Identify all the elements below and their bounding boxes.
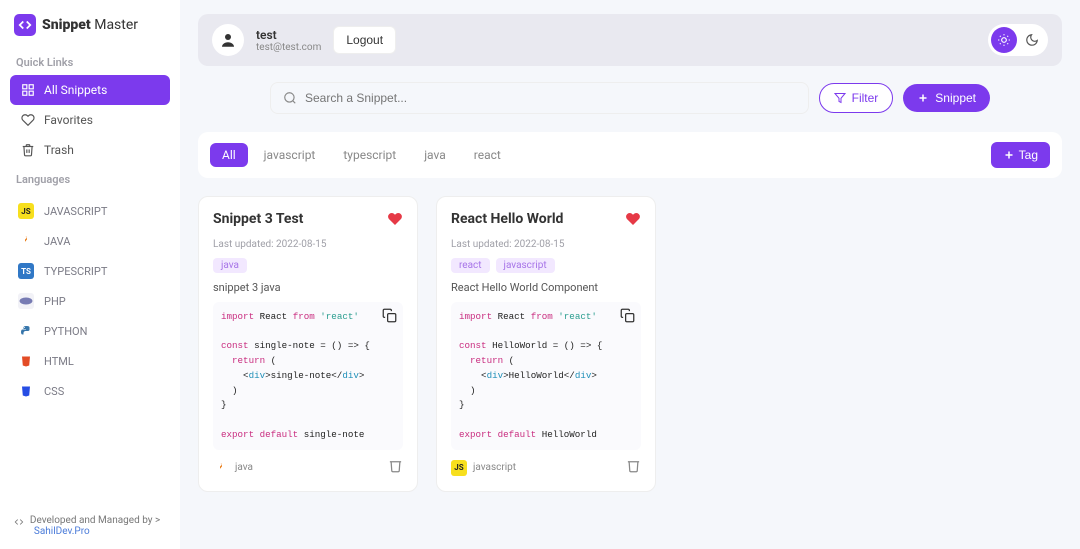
search-icon [283,91,297,105]
grid-icon [20,83,36,97]
python-icon [18,323,34,339]
css-icon [18,383,34,399]
logo-text: Snippet Master [42,17,138,33]
add-tag-button[interactable]: Tag [991,142,1050,168]
nav-label: All Snippets [44,83,107,97]
lang-label: JAVA [44,235,70,248]
code-content: import React from 'react' const HelloWor… [459,310,633,442]
search-row: Filter Snippet [270,66,990,132]
snippet-cards: Snippet 3 Test Last updated: 2022-08-15 … [198,196,1062,492]
java-icon [213,460,229,476]
user-email: test@test.com [256,42,321,53]
nav-label: Trash [44,143,74,157]
js-icon: JS [451,460,467,476]
code-icon [14,515,24,529]
username: test [256,28,321,42]
quick-links-label: Quick Links [10,48,170,75]
typescript-icon: TS [18,263,34,279]
language-list: JS JAVASCRIPT JAVA TS TYPESCRIPT PHP PYTHON HTM… [10,196,170,509]
lang-item-java[interactable]: JAVA [10,226,170,256]
favorite-button[interactable] [625,211,641,231]
card-updated: Last updated: 2022-08-15 [213,239,403,250]
lang-label: PYTHON [44,325,87,338]
html-icon [18,353,34,369]
heart-icon [20,113,36,127]
tag-chip-react[interactable]: react [462,143,513,167]
sidebar: Snippet Master Quick Links All Snippets … [0,0,180,549]
tag-chip-all[interactable]: All [210,143,248,167]
php-icon [18,293,34,309]
tag-bar: Alljavascripttypescriptjavareact Tag [198,132,1062,178]
main-content: test test@test.com Logout Filter [180,0,1080,549]
lang-item-css[interactable]: CSS [10,376,170,406]
delete-button[interactable] [626,458,641,477]
card-language: JS javascript [451,460,516,476]
lang-item-php[interactable]: PHP [10,286,170,316]
favorite-button[interactable] [387,211,403,231]
avatar[interactable] [212,24,244,56]
tag-chip-typescript[interactable]: typescript [331,143,408,167]
languages-label: Languages [10,165,170,192]
card-desc: snippet 3 java [213,281,403,294]
nav-label: Favorites [44,113,93,127]
copy-button[interactable] [620,308,635,327]
footer: Developed and Managed by > SahilDev.Pro [10,509,170,543]
filter-button[interactable]: Filter [819,83,894,113]
user-block: test test@test.com [256,28,321,53]
plus-icon [1003,149,1015,161]
add-snippet-button[interactable]: Snippet [903,84,990,112]
logo[interactable]: Snippet Master [10,14,170,48]
code-content: import React from 'react' const single-n… [221,310,395,442]
trash-icon [20,143,36,157]
nav-all-snippets[interactable]: All Snippets [10,75,170,105]
footer-text: Developed and Managed by > [30,515,160,526]
nav-favorites[interactable]: Favorites [10,105,170,135]
delete-button[interactable] [388,458,403,477]
lang-label: HTML [44,355,74,368]
dark-mode-button[interactable] [1019,27,1045,53]
java-icon [18,233,34,249]
card-tag[interactable]: java [213,258,247,273]
header-bar: test test@test.com Logout [198,14,1062,66]
card-tag[interactable]: javascript [496,258,555,273]
card-desc: React Hello World Component [451,281,641,294]
lang-item-javascript[interactable]: JS JAVASCRIPT [10,196,170,226]
light-mode-button[interactable] [991,27,1017,53]
card-title: React Hello World [451,211,563,227]
lang-label: JAVASCRIPT [44,205,107,218]
theme-toggle [988,24,1048,56]
filter-icon [834,92,846,104]
code-block: import React from 'react' const single-n… [213,302,403,450]
logo-icon [14,14,36,36]
javascript-icon: JS [18,203,34,219]
lang-label: CSS [44,385,64,398]
plus-icon [917,92,929,104]
card-tag[interactable]: react [451,258,490,273]
lang-item-typescript[interactable]: TS TYPESCRIPT [10,256,170,286]
lang-label: PHP [44,295,66,308]
search-box[interactable] [270,82,809,114]
snippet-card: Snippet 3 Test Last updated: 2022-08-15 … [198,196,418,492]
code-block: import React from 'react' const HelloWor… [451,302,641,450]
card-updated: Last updated: 2022-08-15 [451,239,641,250]
card-language: java [213,460,253,476]
lang-item-python[interactable]: PYTHON [10,316,170,346]
snippet-card: React Hello World Last updated: 2022-08-… [436,196,656,492]
footer-link[interactable]: SahilDev.Pro [34,526,90,537]
nav-trash[interactable]: Trash [10,135,170,165]
search-input[interactable] [305,91,796,105]
lang-label: TYPESCRIPT [44,265,107,278]
tag-chip-javascript[interactable]: javascript [252,143,328,167]
card-title: Snippet 3 Test [213,211,303,227]
logout-button[interactable]: Logout [333,26,396,54]
copy-button[interactable] [382,308,397,327]
tag-chip-java[interactable]: java [412,143,458,167]
lang-item-html[interactable]: HTML [10,346,170,376]
